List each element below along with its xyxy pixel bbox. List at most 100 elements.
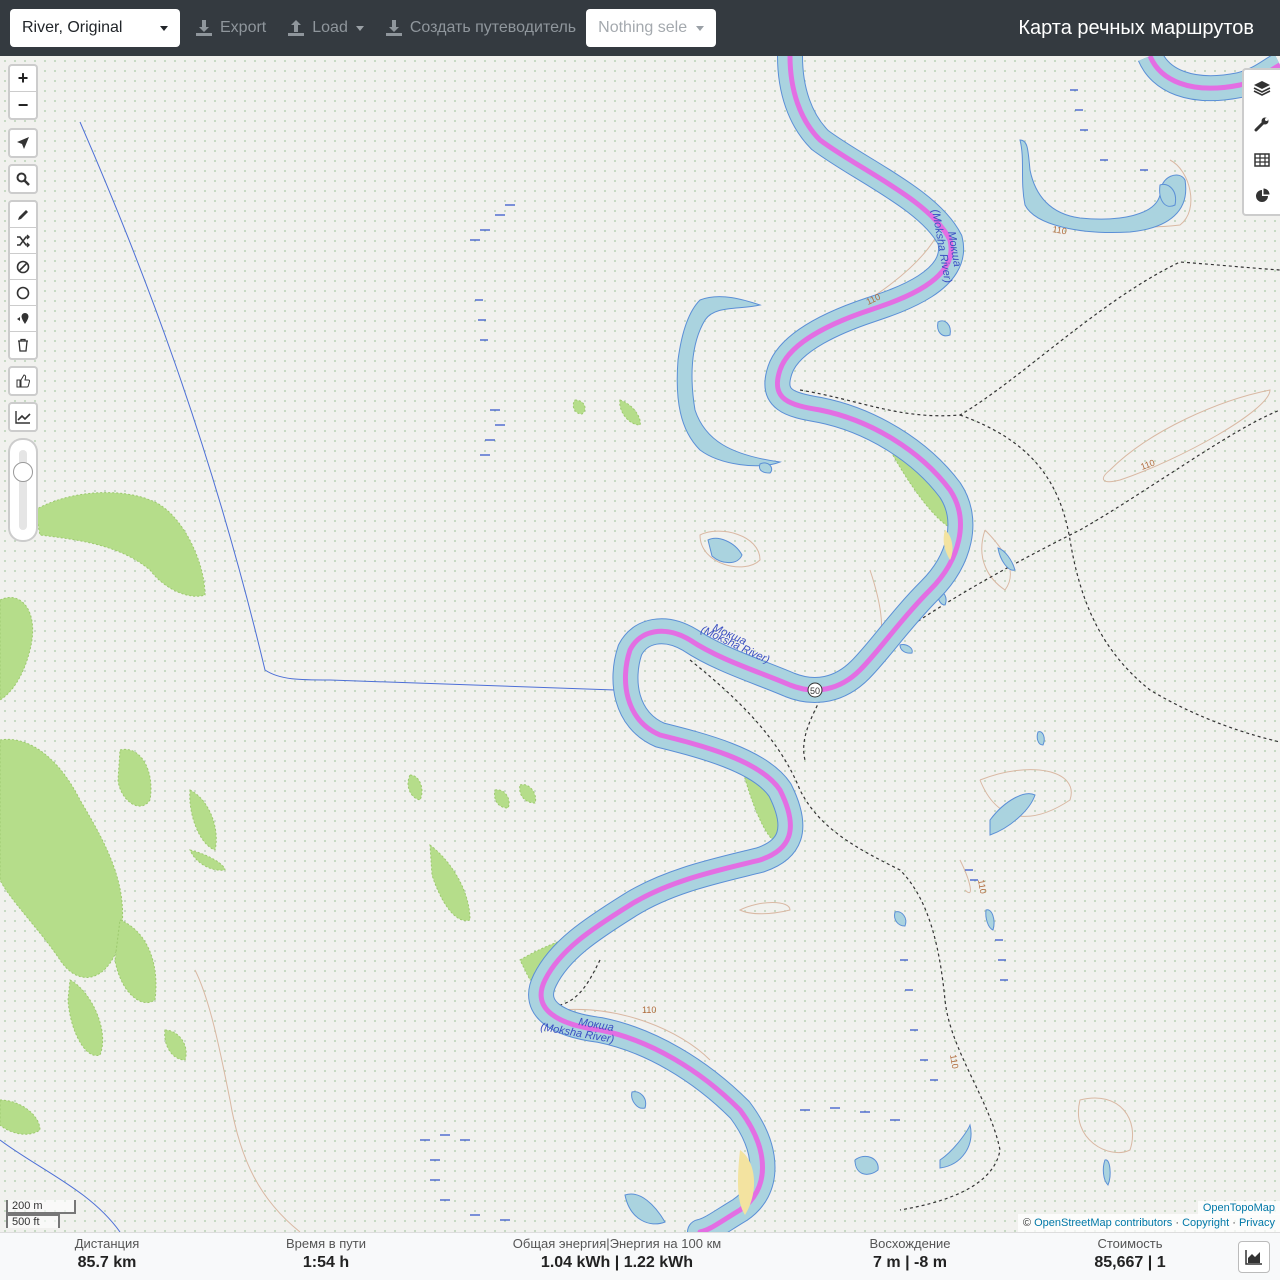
contour-line — [1103, 389, 1271, 483]
search-control — [8, 164, 38, 194]
chevron-down-icon — [160, 25, 168, 31]
contour-label: 110 — [1052, 224, 1068, 236]
contour-line — [1077, 1097, 1134, 1154]
contour-label: 110 — [1139, 458, 1156, 472]
circle-icon — [16, 286, 30, 299]
zoom-in-button[interactable]: + — [10, 66, 36, 92]
energy-value: 1.04 — [540, 1254, 573, 1271]
draw-control — [8, 200, 38, 360]
contour-label: 110 — [642, 1005, 656, 1015]
statistics-button[interactable] — [1244, 178, 1280, 214]
track-select[interactable]: Nothing sele — [586, 9, 717, 47]
right-control-panel — [1242, 68, 1280, 216]
privacy-link[interactable]: Privacy — [1239, 1217, 1275, 1229]
lake — [939, 1123, 972, 1169]
reverse-control — [8, 366, 38, 396]
zoom-out-button[interactable]: − — [10, 92, 36, 118]
track-select-placeholder: Nothing sele — [598, 19, 688, 36]
forest-area — [429, 843, 471, 922]
forest-area — [0, 738, 124, 978]
search-icon — [16, 172, 30, 186]
shuffle-button[interactable] — [10, 228, 36, 254]
contour-label: 110 — [948, 1054, 960, 1070]
lake — [759, 462, 773, 474]
search-button[interactable] — [10, 166, 36, 192]
forest-area — [0, 597, 34, 701]
osm-link[interactable]: OpenStreetMap contributors — [1034, 1217, 1172, 1229]
load-button[interactable]: Load — [280, 9, 370, 47]
locate-control — [8, 128, 38, 158]
lake — [894, 911, 907, 927]
ascent-separator: | — [905, 1254, 910, 1271]
toggle-chart-button[interactable] — [1238, 1241, 1270, 1273]
lake — [937, 320, 951, 337]
copyright-link[interactable]: Copyright — [1182, 1217, 1229, 1229]
elevation-chart-button[interactable] — [10, 404, 36, 430]
opacity-slider[interactable] — [8, 438, 38, 542]
lake — [1036, 731, 1045, 746]
map-topo-layer: 50 Мокша (Moksha River) Мокша (Moksha Ri… — [0, 56, 1280, 1232]
profile-select[interactable]: River, Original — [10, 9, 180, 47]
forest-area — [117, 748, 152, 807]
export-button[interactable]: Export — [188, 9, 272, 47]
forest-area — [34, 492, 206, 597]
draw-route-button[interactable] — [10, 202, 36, 228]
energy100-unit: kWh — [659, 1254, 694, 1271]
download-icon — [385, 20, 402, 36]
ascent-unit: m — [886, 1254, 901, 1271]
slider-thumb[interactable] — [13, 462, 33, 482]
poi-button[interactable] — [10, 306, 36, 332]
table-button[interactable] — [1244, 142, 1280, 178]
attribution-prefix: © — [1022, 1217, 1032, 1229]
wrench-icon — [1254, 117, 1269, 132]
descent-unit: m — [932, 1254, 947, 1271]
stat-energy: Общая энергия|Энергия на 100 км 1.04 kWh… — [502, 1236, 732, 1272]
forest-area — [189, 849, 226, 871]
no-go-area-button[interactable] — [10, 254, 36, 280]
contour-label: 110 — [976, 879, 988, 895]
km-marker: 50 — [810, 686, 820, 696]
chevron-down-icon — [355, 25, 364, 31]
create-guide-button[interactable]: Создать путеводитель — [378, 9, 582, 47]
river-water-fill — [529, 56, 973, 1232]
thumbs-up-button[interactable] — [10, 368, 36, 394]
stat-label: Общая энергия|Энергия на 100 км — [512, 1236, 722, 1251]
elevation-control — [8, 402, 38, 432]
attribution-opentopomap[interactable]: OpenTopoMap — [1197, 1201, 1280, 1215]
stat-label: Время в пути — [286, 1236, 366, 1251]
upload-icon — [288, 20, 305, 36]
forest-area — [572, 399, 586, 415]
layers-button[interactable] — [1244, 70, 1280, 106]
cost-count: 1 — [1156, 1254, 1166, 1271]
table-icon — [1254, 153, 1270, 167]
stat-time: Время в пути 1:54 h — [271, 1236, 381, 1272]
map-canvas[interactable]: 50 Мокша (Moksha River) Мокша (Moksha Ri… — [0, 56, 1280, 1232]
stat-label: Восхождение — [869, 1236, 951, 1251]
locate-button[interactable] — [10, 130, 36, 156]
zoom-control: + − — [8, 64, 38, 120]
stat-label: Дистанция — [74, 1236, 140, 1251]
circle-area-button[interactable] — [10, 280, 36, 306]
lake — [997, 547, 1016, 571]
contour-line — [959, 859, 971, 893]
lake — [1102, 1159, 1111, 1186]
forest-area — [114, 919, 157, 1003]
settings-button[interactable] — [1244, 106, 1280, 142]
chevron-down-icon — [696, 25, 705, 31]
pencil-icon — [18, 209, 28, 220]
distance-unit: km — [113, 1254, 137, 1271]
forest-area — [0, 1099, 41, 1135]
time-unit: h — [339, 1254, 350, 1271]
ascent-value: 7 — [873, 1254, 882, 1271]
stat-distance: Дистанция 85.7 km — [52, 1236, 162, 1272]
energy-separator: | — [614, 1254, 620, 1271]
lake — [624, 1193, 666, 1225]
attribution-separator: · — [1175, 1217, 1179, 1229]
contour-line — [738, 902, 791, 915]
stat-cost: Стоимость 85,667 | 1 — [1080, 1236, 1180, 1272]
delete-route-button[interactable] — [10, 332, 36, 358]
time-value: 1:54 — [302, 1254, 335, 1271]
wetland-symbol — [420, 89, 1148, 1221]
forest-area — [189, 789, 217, 851]
attribution-separator: · — [1232, 1217, 1236, 1229]
